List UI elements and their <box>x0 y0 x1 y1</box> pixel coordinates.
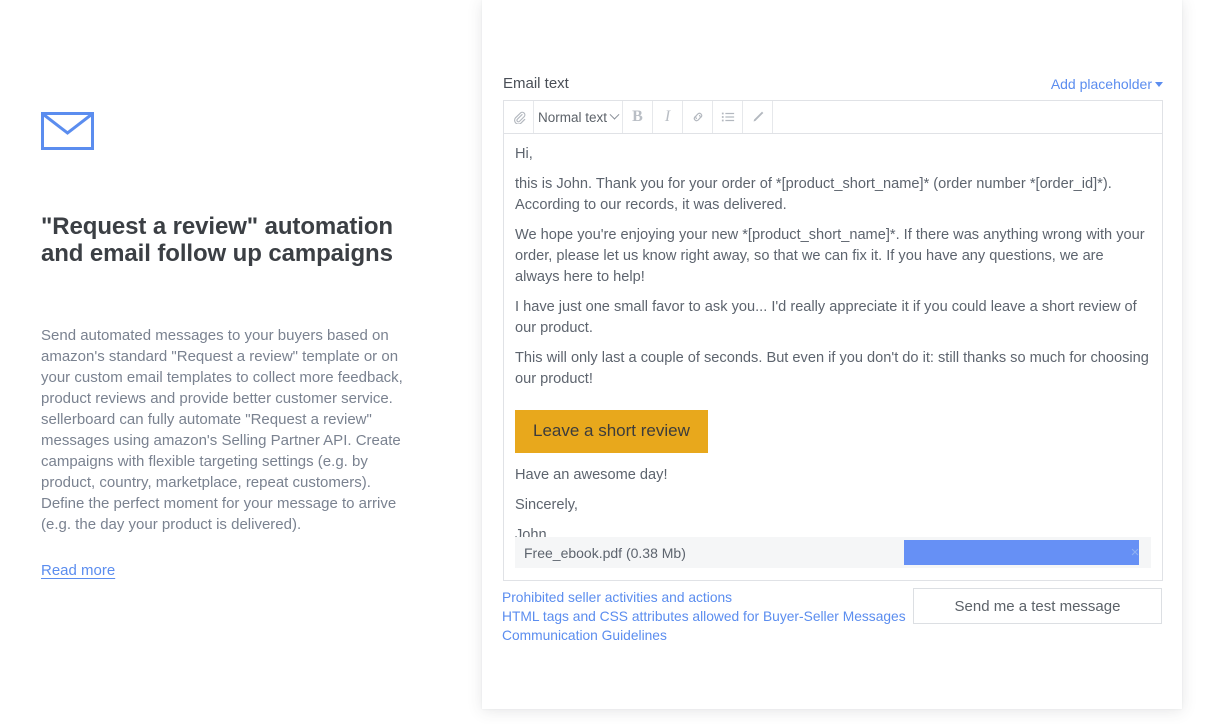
attachment-progress-track <box>904 540 1139 565</box>
add-placeholder-label: Add placeholder <box>1050 76 1152 92</box>
email-paragraph-awesome-day: Have an awesome day! <box>515 467 668 483</box>
editor-toolbar: Normal text B I <box>504 101 1162 134</box>
attachment-progress-bar <box>904 540 1139 565</box>
toolbar-spacer <box>773 101 1162 133</box>
leave-a-short-review-button[interactable]: Leave a short review <box>515 410 708 453</box>
text-style-value: Normal text <box>537 109 608 125</box>
link-prohibited-seller-activities[interactable]: Prohibited seller activities and actions <box>502 589 902 608</box>
email-body-editable[interactable]: Hi, this is John. Thank you for your ord… <box>504 134 1162 580</box>
email-paragraph-thanks: This will only last a couple of seconds.… <box>515 350 1149 387</box>
email-text-field-header: Email text Add placeholder <box>503 73 1163 95</box>
chevron-down-icon <box>1155 82 1163 87</box>
email-paragraph-sincerely: Sincerely, <box>515 497 578 513</box>
email-paragraph-greeting: Hi, <box>515 146 533 162</box>
add-placeholder-dropdown[interactable]: Add placeholder <box>1051 73 1163 95</box>
page-title: "Request a review" automation and email … <box>41 213 393 267</box>
link-icon[interactable] <box>683 101 713 133</box>
attachment-row: Free_ebook.pdf (0.38 Mb) × <box>515 537 1151 568</box>
promo-description: Send automated messages to your buyers b… <box>41 327 403 533</box>
bold-button[interactable]: B <box>623 101 653 133</box>
chevron-down-icon <box>609 109 620 120</box>
attachment-file-name: Free_ebook.pdf (0.38 Mb) <box>524 544 686 561</box>
list-icon[interactable] <box>713 101 743 133</box>
email-paragraph-intro: this is John. Thank you for your order o… <box>515 176 1112 213</box>
pencil-icon[interactable] <box>743 101 773 133</box>
rich-text-editor: Normal text B I Hi, this is John. Thank … <box>503 100 1163 581</box>
attach-file-icon[interactable] <box>504 101 534 133</box>
italic-button[interactable]: I <box>653 101 683 133</box>
send-test-message-button[interactable]: Send me a test message <box>913 588 1162 624</box>
email-text-label: Email text <box>503 75 569 92</box>
read-more-link[interactable]: Read more <box>41 561 115 581</box>
text-style-select[interactable]: Normal text <box>534 101 623 133</box>
envelope-icon <box>41 112 94 150</box>
policy-links: Prohibited seller activities and actions… <box>502 589 906 646</box>
link-communication-guidelines[interactable]: Communication Guidelines <box>502 627 902 646</box>
promo-column: "Request a review" automation and email … <box>41 0 441 724</box>
page-root: "Request a review" automation and email … <box>0 0 1221 724</box>
link-html-tags-css-attributes[interactable]: HTML tags and CSS attributes allowed for… <box>502 608 906 627</box>
email-paragraph-favor: I have just one small favor to ask you..… <box>515 299 1137 336</box>
attachment-remove-icon[interactable]: × <box>1124 537 1146 568</box>
email-paragraph-hope: We hope you're enjoying your new *[produ… <box>515 227 1145 285</box>
